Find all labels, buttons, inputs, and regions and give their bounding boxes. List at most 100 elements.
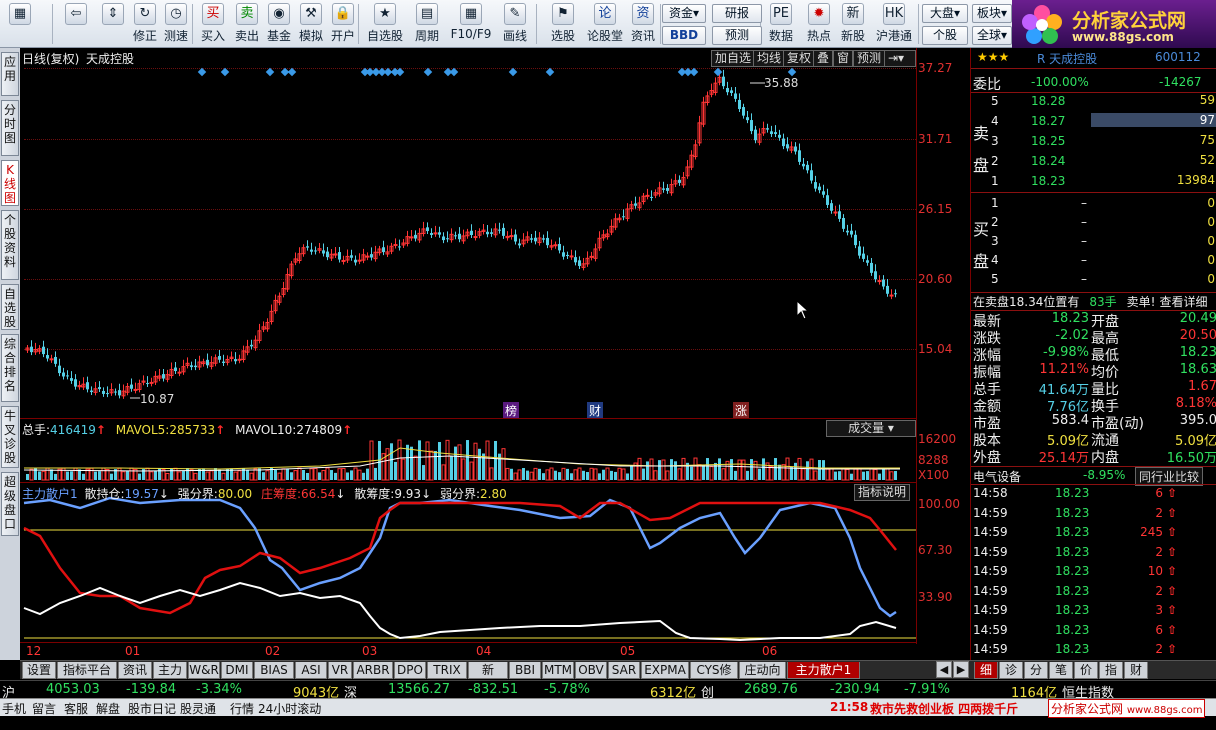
indicator-tab[interactable]: 设置: [22, 662, 56, 679]
buy-price[interactable]: –: [1081, 196, 1087, 210]
indicator-tab[interactable]: EXPMA: [641, 662, 689, 679]
indicator-tab[interactable]: BIAS: [254, 662, 294, 679]
sell-price[interactable]: 18.24: [1031, 154, 1065, 168]
indicator-tab[interactable]: ASI: [295, 662, 327, 679]
indicator-tab[interactable]: 庄动向: [739, 662, 786, 679]
toolbar-fund-button[interactable]: ◉ 基金: [264, 2, 294, 46]
up-arrow-icon: ⇧: [1167, 642, 1178, 656]
toolbar-star-button[interactable]: ★ 自选股: [364, 2, 406, 46]
event-limitup-badge[interactable]: 涨: [733, 402, 750, 419]
indicator-tab[interactable]: DPO: [394, 662, 426, 679]
indicator-tab[interactable]: TRIX: [427, 662, 467, 679]
sell-price[interactable]: 18.23: [1031, 174, 1065, 188]
indicator-tab[interactable]: OBV: [575, 662, 607, 679]
toolbar-hammer-button[interactable]: ⚒ 模拟: [296, 2, 326, 46]
toolbar-refresh-button[interactable]: ↻ 修正: [130, 2, 160, 46]
quote-tab[interactable]: 价: [1074, 662, 1098, 679]
toolbar-pen-button[interactable]: ✎ 画线: [496, 2, 534, 46]
status-link[interactable]: 留言: [32, 700, 56, 717]
buy-volume: 0: [1207, 234, 1215, 248]
sector-name[interactable]: 电气设备: [973, 468, 1021, 485]
research-button[interactable]: 研报: [712, 4, 762, 23]
tab-ranking[interactable]: 综合排名: [1, 334, 19, 402]
toolbar-pe-button[interactable]: PE 数据: [766, 2, 796, 46]
indicator-tab[interactable]: 新DMA: [468, 662, 508, 693]
volume-bar: [573, 469, 578, 481]
indicator-tab[interactable]: 资讯: [118, 662, 152, 679]
indicator-tab[interactable]: BBI: [509, 662, 541, 679]
sell-price[interactable]: 18.27: [1031, 114, 1065, 128]
order-note[interactable]: 在卖盘18.34位置有 83手 卖单! 查看详细: [973, 293, 1207, 310]
toolbar-sell-button[interactable]: 卖卖出: [232, 2, 262, 46]
quote-tab[interactable]: 诊: [999, 662, 1023, 679]
tab-profile[interactable]: 个股资料: [1, 210, 19, 280]
quote-tab[interactable]: 指: [1099, 662, 1123, 679]
indicator-tab[interactable]: ARBR: [353, 662, 393, 679]
tab-kline[interactable]: K线图: [1, 160, 19, 206]
global-button[interactable]: 全球▾: [972, 26, 1012, 45]
bbd-button[interactable]: BBD: [662, 26, 706, 45]
quote-tab[interactable]: 财: [1124, 662, 1148, 679]
toolbar-hk-button[interactable]: HK 沪港通: [872, 2, 916, 46]
brand-badge[interactable]: 分析家公式网 www.88gs.com: [1048, 699, 1206, 718]
status-link[interactable]: 股市日记: [128, 700, 176, 717]
indicator-help-button[interactable]: 指标说明: [854, 484, 911, 501]
indicator-tab[interactable]: CYS修改: [690, 662, 738, 693]
tab-super-level2[interactable]: 超级盘口: [1, 472, 19, 536]
volume-dropdown[interactable]: 成交量 ▾: [826, 420, 916, 437]
toolbar-period-button[interactable]: ▤ 周期: [410, 2, 444, 46]
volume-bar: [646, 461, 649, 480]
quote-tab[interactable]: 分: [1024, 662, 1048, 679]
market-button[interactable]: 大盘▾: [922, 4, 968, 23]
toolbar-clock-button[interactable]: ◷ 测速: [160, 2, 192, 46]
status-link[interactable]: 手机: [2, 700, 26, 717]
status-link[interactable]: 行情: [230, 700, 254, 717]
tab-watchlist[interactable]: 自选股: [1, 284, 19, 330]
indicator-tab[interactable]: SAR: [608, 662, 640, 679]
indicator-tab[interactable]: DMI: [221, 662, 253, 679]
tab-scroll-right-icon[interactable]: ▶: [953, 661, 969, 678]
sector-button[interactable]: 板块▾: [972, 4, 1012, 23]
tab-intraday[interactable]: 分时图: [1, 100, 19, 156]
toolbar-lock-button[interactable]: 🔒 开户: [328, 2, 358, 46]
status-link[interactable]: 客服: [64, 700, 88, 717]
quote-tab[interactable]: 细: [974, 662, 998, 679]
buy-price[interactable]: –: [1081, 272, 1087, 286]
toolbar-window-button[interactable]: ▦: [4, 2, 36, 46]
news-headline[interactable]: 救市先救创业板 四两拨千斤: [870, 700, 1018, 717]
indicator-tab[interactable]: W&R: [188, 662, 220, 679]
indicator-tab[interactable]: 主力散户1: [787, 662, 860, 679]
forecast-button[interactable]: 预测: [712, 26, 762, 45]
buy-price[interactable]: –: [1081, 253, 1087, 267]
status-link[interactable]: 24小时滚动: [258, 700, 321, 717]
sell-price[interactable]: 18.25: [1031, 134, 1065, 148]
toolbar-f10-button[interactable]: ▦ F10/F9: [450, 2, 492, 46]
tab-apps[interactable]: 应用: [1, 52, 19, 96]
volume-bar: [54, 473, 57, 480]
toolbar-forum-button[interactable]: 论论股堂: [586, 2, 624, 46]
buy-price[interactable]: –: [1081, 215, 1087, 229]
status-link[interactable]: 股灵通: [180, 700, 216, 717]
status-link[interactable]: 解盘: [96, 700, 120, 717]
quote-tab[interactable]: 笔: [1049, 662, 1073, 679]
sell-price[interactable]: 18.28: [1031, 94, 1065, 108]
indicator-tab[interactable]: 指标平台: [57, 662, 117, 679]
toolbar-pick-button[interactable]: ⚑ 选股: [546, 2, 580, 46]
indicator-tab[interactable]: MTM: [542, 662, 574, 679]
toolbar-buy-button[interactable]: 买买入: [198, 2, 228, 46]
fund-flow-button[interactable]: 资金▾: [662, 4, 706, 23]
toolbar-up-down-arrows-button[interactable]: ⇕: [100, 2, 126, 46]
kline-chart-area[interactable]: 日线(复权) 天成控股 加自选 均线 复权 叠 窗 预测 ⇥▾ 37.27 31…: [20, 48, 970, 660]
event-finance-badge[interactable]: 财: [587, 402, 604, 419]
toolbar-new-button[interactable]: 新新股: [838, 2, 868, 46]
indicator-tab[interactable]: VR: [328, 662, 352, 679]
indicator-tab[interactable]: 主力: [153, 662, 187, 679]
tab-diagnosis[interactable]: 牛叉诊股: [1, 406, 19, 468]
toolbar-info-button[interactable]: 资资讯: [626, 2, 660, 46]
stock-button[interactable]: 个股: [922, 26, 968, 45]
toolbar-fire-button[interactable]: ✹ 热点: [804, 2, 834, 46]
tab-scroll-left-icon[interactable]: ◀: [936, 661, 952, 678]
toolbar-back-arrow-button[interactable]: ⇦: [58, 2, 94, 46]
buy-price[interactable]: –: [1081, 234, 1087, 248]
event-rank-badge[interactable]: 榜: [503, 402, 520, 419]
